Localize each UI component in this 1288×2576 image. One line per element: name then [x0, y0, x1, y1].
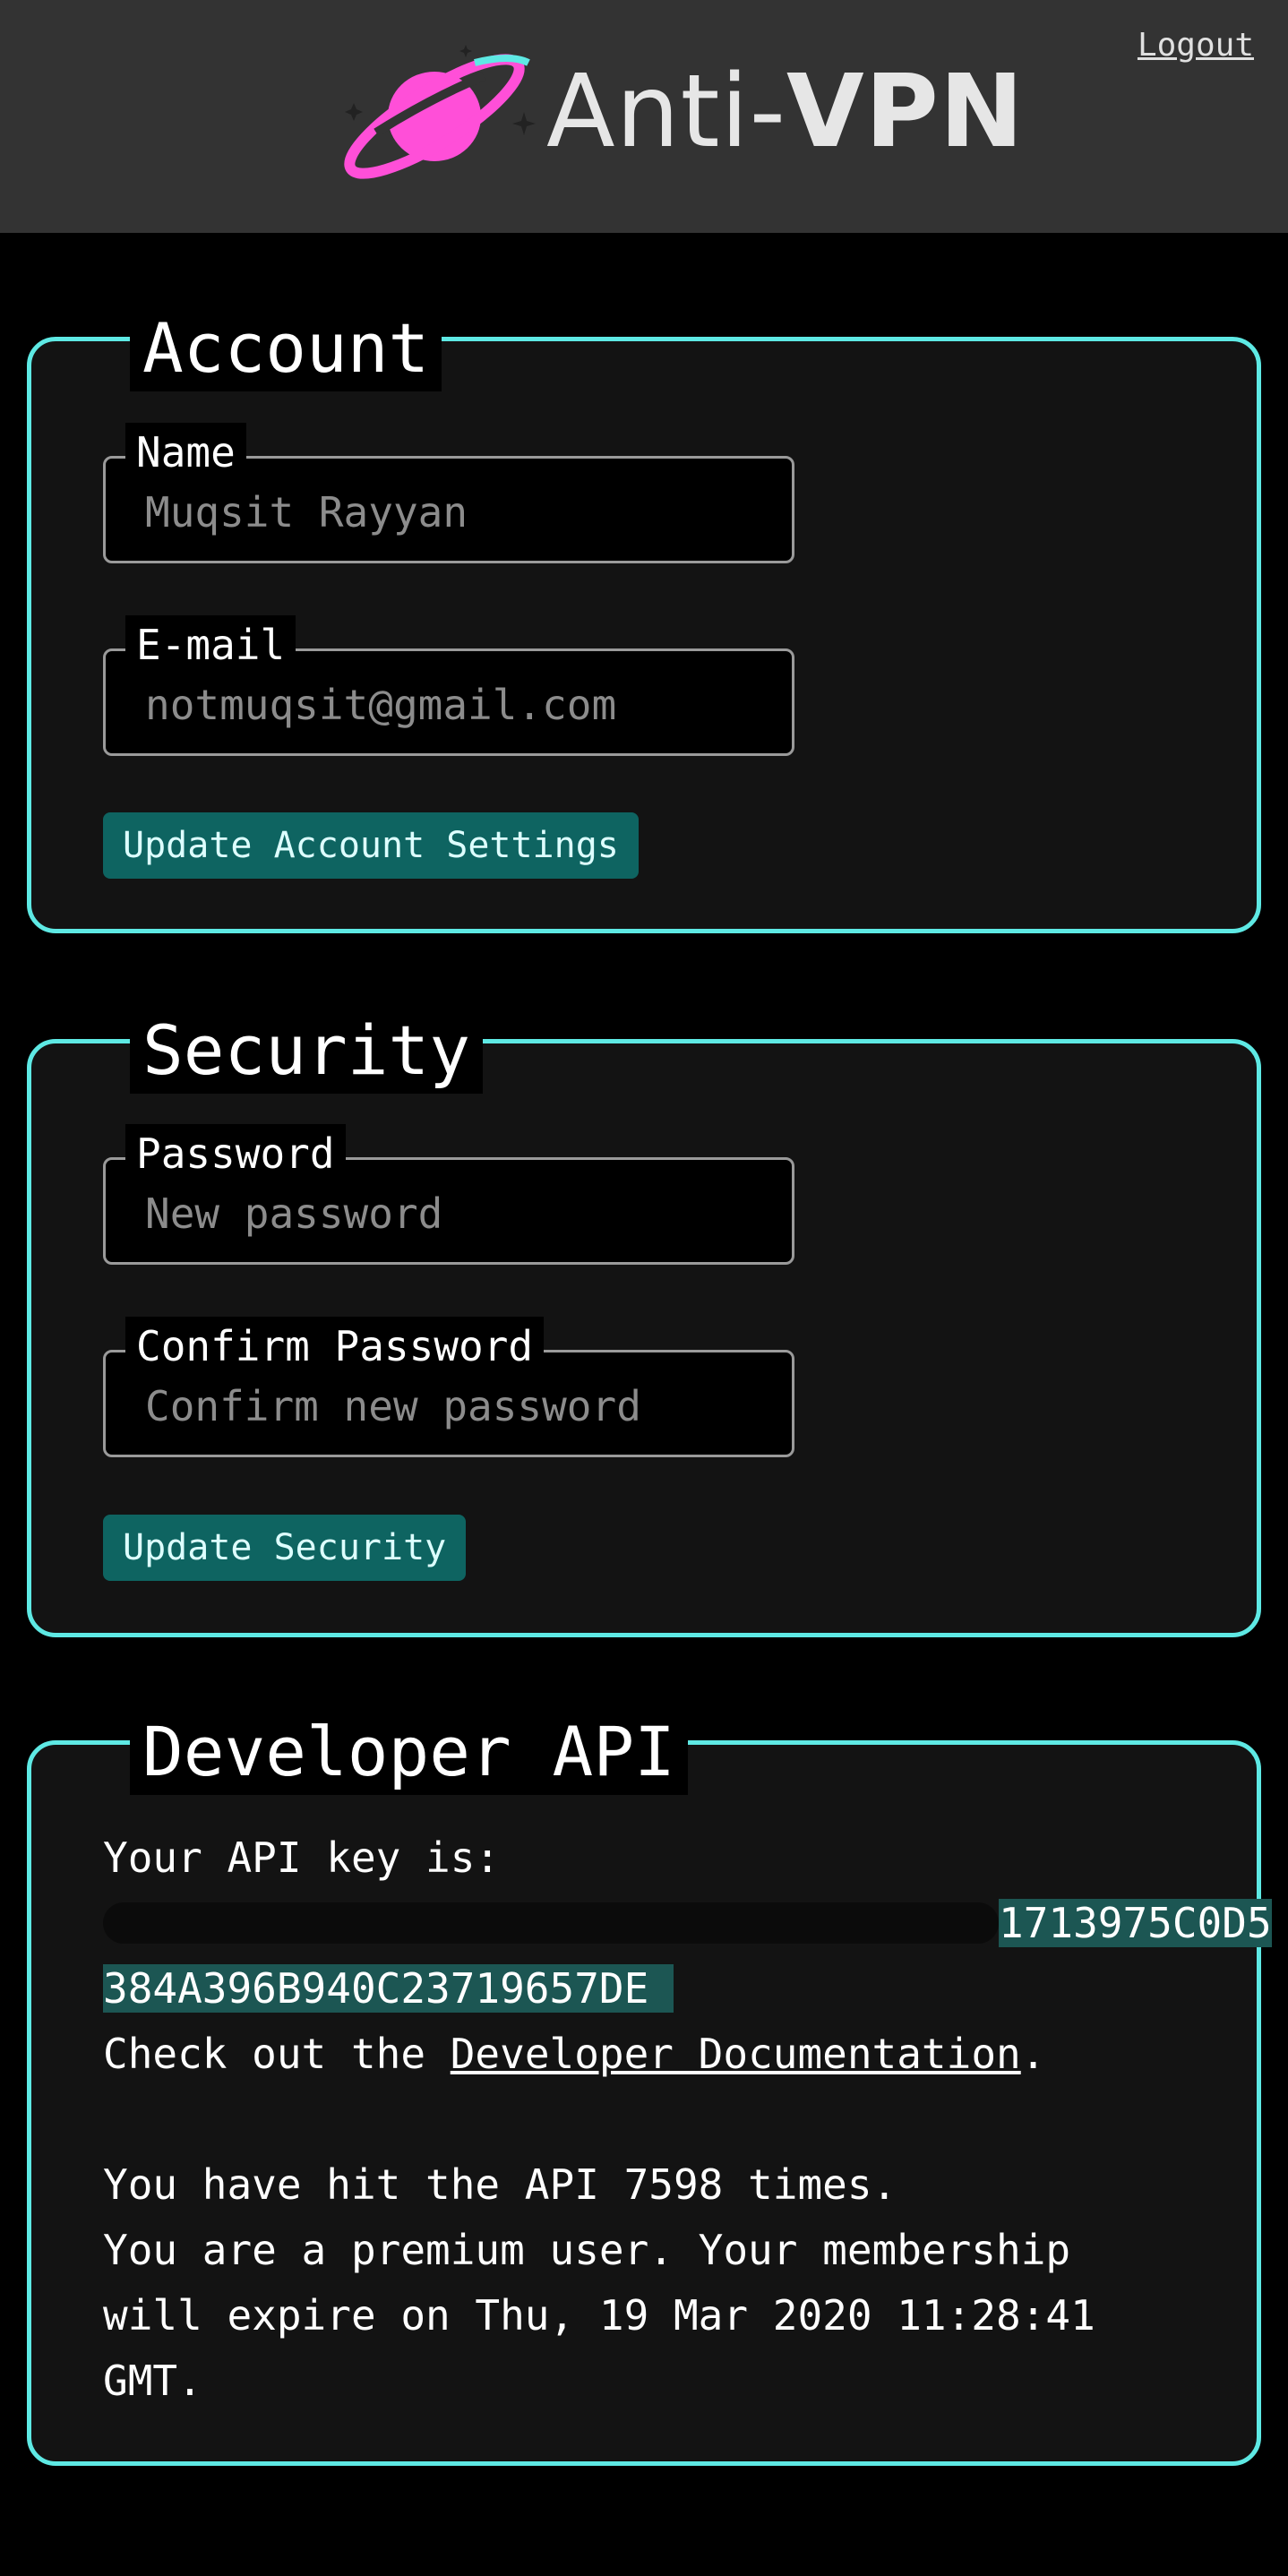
update-account-button[interactable]: Update Account Settings — [103, 812, 639, 879]
api-key-intro: Your API key is: — [103, 1833, 501, 1882]
api-key-line-1: 1713975C0D5 — [103, 1891, 1272, 1956]
confirm-password-label: Confirm Password — [125, 1317, 545, 1376]
doc-line: Check out the Developer Documentation. — [103, 2022, 1258, 2087]
confirm-password-input[interactable] — [145, 1379, 772, 1433]
developer-api-title: Developer API — [130, 1709, 688, 1795]
planet-icon — [344, 45, 536, 179]
developer-documentation-link[interactable]: Developer Documentation — [451, 2030, 1021, 2078]
password-input[interactable] — [145, 1187, 772, 1241]
api-hits: You have hit the API 7598 times. — [103, 2160, 897, 2209]
anti-vpn-logo: Anti-VPN — [340, 36, 1024, 188]
email-field: E-mail — [103, 615, 794, 756]
name-label: Name — [125, 423, 246, 482]
premium-line-3: GMT. — [103, 2357, 202, 2405]
redacted-key-segment — [103, 1902, 999, 1944]
name-field: Name — [103, 423, 794, 563]
logout-link[interactable]: Logout — [1138, 27, 1254, 64]
top-header: Anti-VPN Logout — [0, 0, 1288, 233]
api-info: Your API key is: 1713975C0D5 384A396B940… — [103, 1825, 1272, 2414]
password-field: Password — [103, 1124, 794, 1265]
api-key-visible-part[interactable]: 1713975C0D5 — [999, 1899, 1272, 1947]
doc-suffix: . — [1020, 2030, 1046, 2078]
password-label: Password — [125, 1124, 346, 1183]
name-input[interactable] — [145, 485, 772, 539]
api-key-line-2: 384A396B940C23719657DE — [103, 1956, 1258, 2022]
account-panel: Account Name E-mail Update Account Setti… — [27, 305, 1261, 933]
logo-wordmark: Anti-VPN — [546, 54, 1025, 170]
account-title: Account — [130, 305, 442, 391]
developer-api-panel: Developer API Your API key is: 1713975C0… — [27, 1709, 1272, 2466]
api-key-part-2[interactable]: 384A396B940C23719657DE — [103, 1964, 649, 2013]
update-security-button[interactable]: Update Security — [103, 1515, 467, 1581]
email-input[interactable] — [145, 678, 772, 732]
doc-prefix: Check out the — [103, 2030, 451, 2078]
premium-line-2: will expire on Thu, 19 Mar 2020 11:28:41 — [103, 2291, 1095, 2340]
security-title: Security — [130, 1008, 484, 1094]
confirm-password-field: Confirm Password — [103, 1317, 794, 1457]
security-panel: Security Password Confirm Password Updat… — [27, 1008, 1261, 1637]
email-label: E-mail — [125, 615, 296, 674]
premium-line-1: You are a premium user. Your membership — [103, 2226, 1071, 2274]
